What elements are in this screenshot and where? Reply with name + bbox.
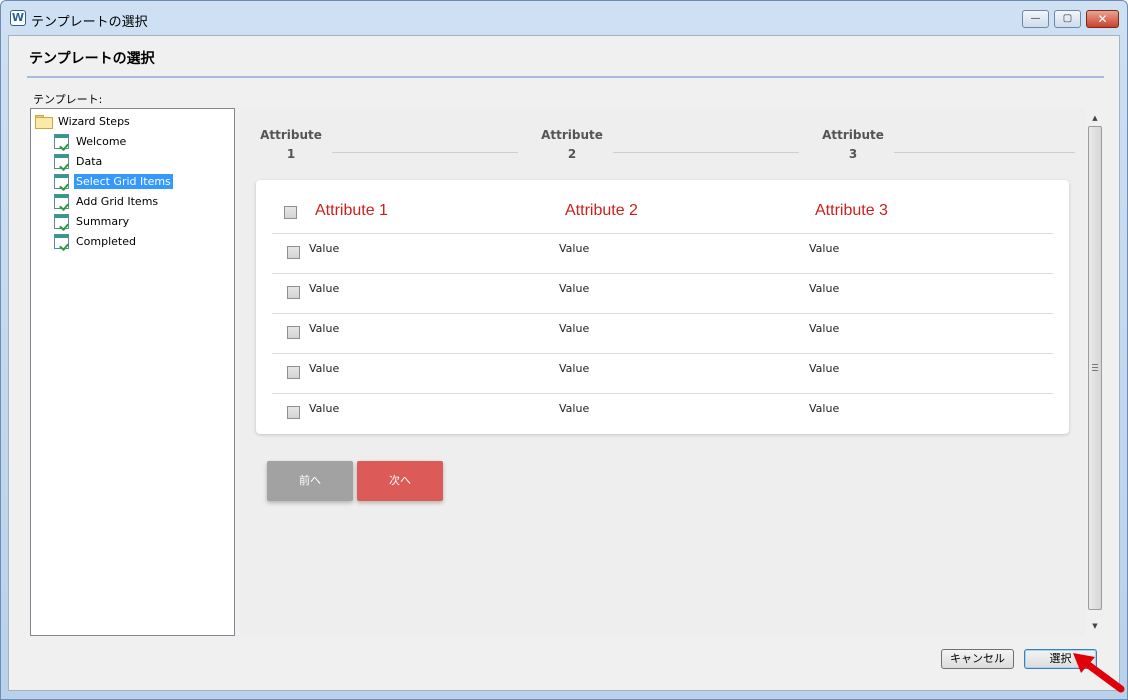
tree-root-node[interactable]: Wizard Steps [35, 113, 132, 129]
step-connector [894, 152, 1075, 153]
grid-header-3: Attribute 3 [815, 202, 888, 219]
step-title: Attribute [541, 128, 603, 142]
row-divider [272, 313, 1053, 314]
scroll-up-icon[interactable]: ▲ [1086, 110, 1104, 126]
page-check-icon [54, 173, 69, 189]
scroll-thumb[interactable] [1088, 126, 1102, 610]
row-checkbox[interactable] [287, 286, 300, 299]
grid-cell: Value [559, 402, 590, 415]
row-checkbox[interactable] [287, 406, 300, 419]
row-checkbox[interactable] [287, 246, 300, 259]
tree-item[interactable]: Welcome [54, 132, 128, 150]
vertical-scrollbar[interactable]: ▲ ▼ [1086, 108, 1104, 636]
grid-cell: Value [559, 362, 590, 375]
step-title: Attribute [260, 128, 322, 142]
tree-item-label: Welcome [76, 134, 127, 148]
grid-card: Attribute 1 Attribute 2 Attribute 3 Valu… [256, 180, 1069, 434]
heading-divider [27, 76, 1104, 78]
row-divider [272, 273, 1053, 274]
page-check-icon [54, 233, 69, 249]
scroll-down-icon[interactable]: ▼ [1086, 618, 1104, 634]
grid-cell: Value [809, 282, 840, 295]
grid-cell: Value [309, 242, 340, 255]
tree-item[interactable]: Summary [54, 212, 131, 230]
app-logo-icon: W [10, 10, 26, 26]
grid-cell: Value [309, 402, 340, 415]
row-checkbox[interactable] [287, 366, 300, 379]
folder-icon [35, 115, 53, 129]
grid-cell: Value [559, 322, 590, 335]
step-number: 2 [567, 147, 577, 161]
tree-item[interactable]: Completed [54, 232, 138, 250]
tree-item-label: Data [76, 154, 103, 168]
template-tree[interactable]: Wizard Steps Welcome Data Select Grid Item… [30, 108, 235, 636]
grid-cell: Value [559, 282, 590, 295]
wizard-step-3: Attribute 3 [818, 126, 888, 164]
step-connector [332, 152, 518, 153]
row-checkbox[interactable] [287, 326, 300, 339]
step-number: 3 [848, 147, 858, 161]
grid-cell: Value [309, 322, 340, 335]
page-check-icon [54, 133, 69, 149]
scroll-grip-icon [1092, 364, 1098, 371]
page-check-icon [54, 193, 69, 209]
tree-item-label: Summary [76, 214, 130, 228]
row-divider [272, 393, 1053, 394]
grid-cell: Value [559, 242, 590, 255]
dialog-window: W テンプレートの選択 — ▢ ✕ テンプレートの選択 テンプレート: Wiza… [0, 0, 1128, 700]
step-number: 1 [286, 147, 296, 161]
grid-cell: Value [309, 362, 340, 375]
grid-header-2: Attribute 2 [565, 202, 638, 219]
grid-cell: Value [809, 322, 840, 335]
grid-cell: Value [309, 282, 340, 295]
step-title: Attribute [822, 128, 884, 142]
page-check-icon [54, 153, 69, 169]
tree-item[interactable]: Select Grid Items [54, 172, 173, 190]
tree-item-label: Select Grid Items [74, 173, 173, 189]
grid-header-1: Attribute 1 [315, 202, 388, 219]
tree-item[interactable]: Add Grid Items [54, 192, 160, 210]
grid-cell: Value [809, 242, 840, 255]
maximize-button[interactable]: ▢ [1054, 10, 1081, 28]
tree-item-label: Add Grid Items [76, 194, 159, 208]
row-divider [272, 233, 1053, 234]
template-preview: Attribute 1 Attribute 2 Attribute 3 Attribute… [240, 108, 1085, 636]
cancel-button[interactable]: キャンセル [941, 649, 1014, 669]
minimize-button[interactable]: — [1022, 10, 1049, 28]
page-check-icon [54, 213, 69, 229]
title-bar: W テンプレートの選択 — ▢ ✕ [1, 1, 1127, 37]
grid-cell: Value [809, 362, 840, 375]
select-all-checkbox[interactable] [284, 206, 297, 219]
prev-button[interactable]: 前へ [267, 461, 353, 501]
grid-cell: Value [809, 402, 840, 415]
wizard-step-2: Attribute 2 [537, 126, 607, 164]
step-connector [613, 152, 799, 153]
page-title: テンプレートの選択 [29, 51, 155, 67]
red-arrow-pointer-icon [1073, 653, 1125, 693]
template-label: テンプレート: [33, 93, 103, 106]
dialog-client-area: テンプレートの選択 テンプレート: Wizard Steps Welcome Da… [8, 35, 1120, 691]
wizard-step-1: Attribute 1 [256, 126, 326, 164]
row-divider [272, 353, 1053, 354]
tree-root-label: Wizard Steps [58, 114, 130, 128]
window-title: テンプレートの選択 [31, 15, 148, 30]
tree-item[interactable]: Data [54, 152, 104, 170]
close-button[interactable]: ✕ [1086, 10, 1119, 28]
tree-item-label: Completed [76, 234, 136, 248]
next-button[interactable]: 次へ [357, 461, 443, 501]
